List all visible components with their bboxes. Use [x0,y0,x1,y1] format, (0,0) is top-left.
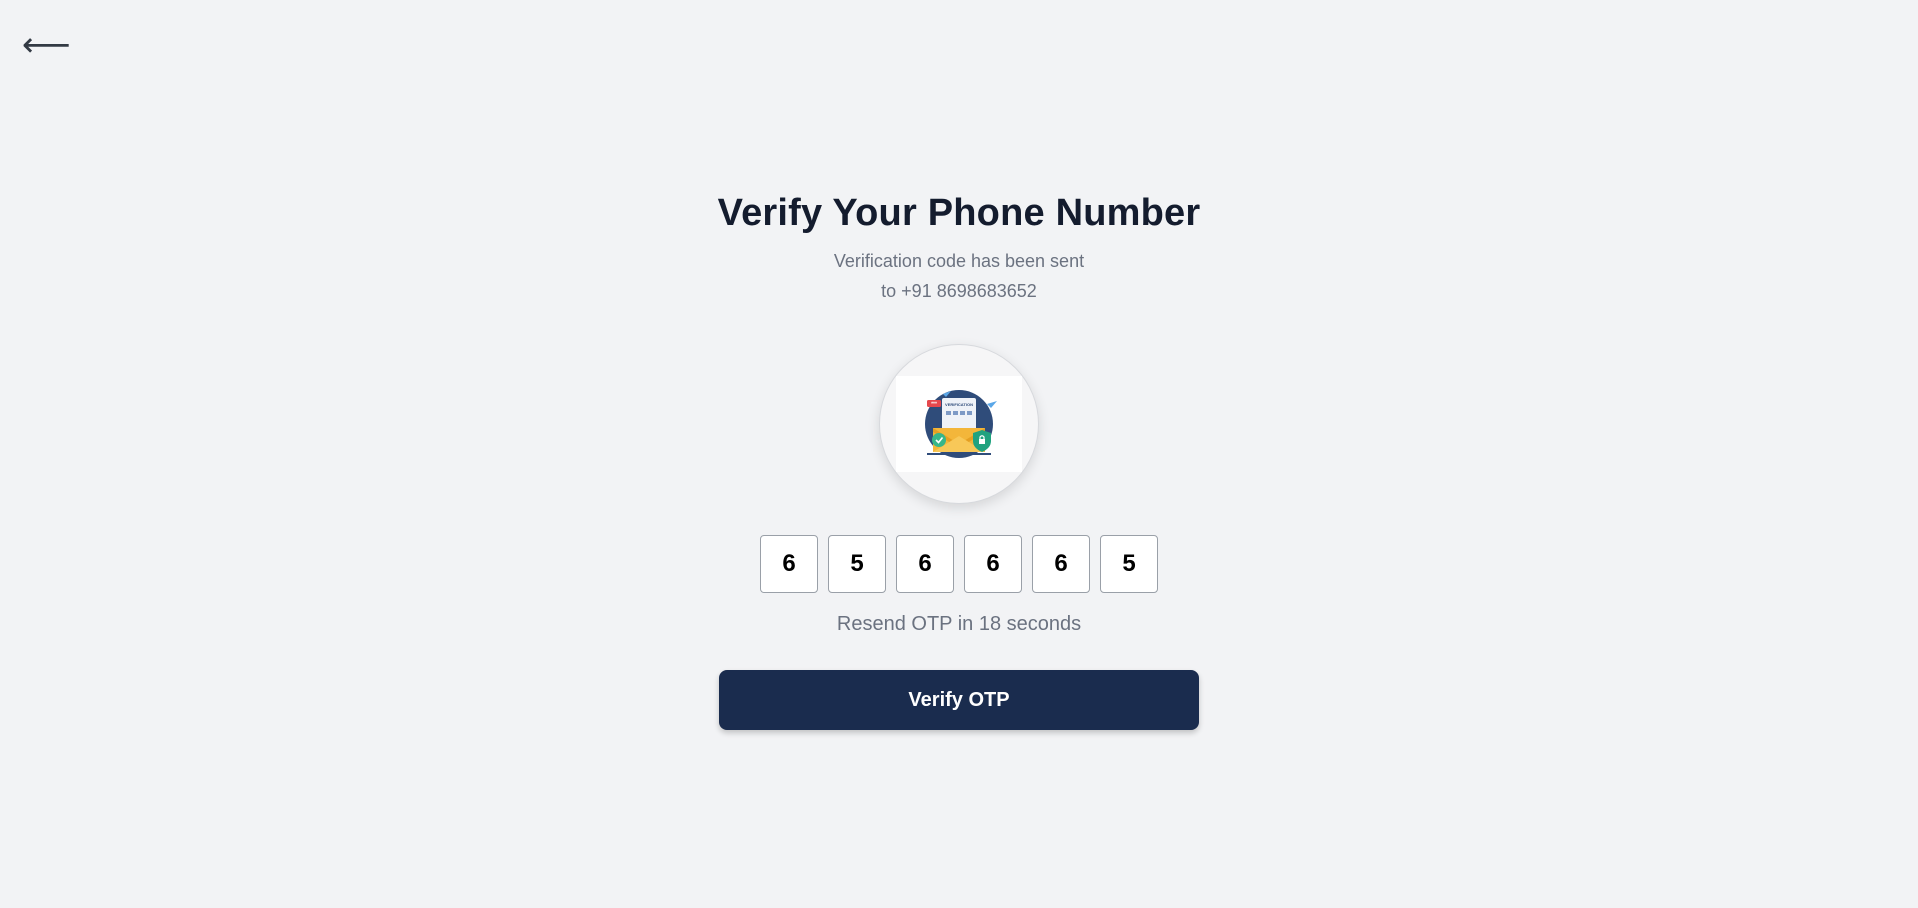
svg-text:***: *** [931,402,937,408]
illustration-circle: VERIFICATION *** [879,344,1039,504]
subtitle-line-1: Verification code has been sent [833,251,1085,271]
verify-otp-button[interactable]: Verify OTP [719,670,1199,730]
subtitle: Verification code has been sent to +91 8… [834,246,1084,306]
otp-digit-2[interactable] [828,535,886,593]
subtitle-line-2: to +91 8698683652 [881,281,1037,301]
envelope-verification-icon: VERIFICATION *** [925,390,997,458]
otp-digit-4[interactable] [964,535,1022,593]
resend-countdown: Resend OTP in 18 seconds [836,613,1082,635]
otp-digit-5[interactable] [1032,535,1090,593]
otp-digit-6[interactable] [1100,535,1158,593]
svg-text:VERIFICATION: VERIFICATION [945,402,973,407]
otp-digit-3[interactable] [896,535,954,593]
otp-input-group [760,535,1158,593]
otp-digit-1[interactable] [760,535,818,593]
page-title: Verify Your Phone Number [717,192,1201,234]
email-verification-illustration: VERIFICATION *** [896,376,1022,472]
verify-phone-container: Verify Your Phone Number Verification co… [0,0,1918,730]
